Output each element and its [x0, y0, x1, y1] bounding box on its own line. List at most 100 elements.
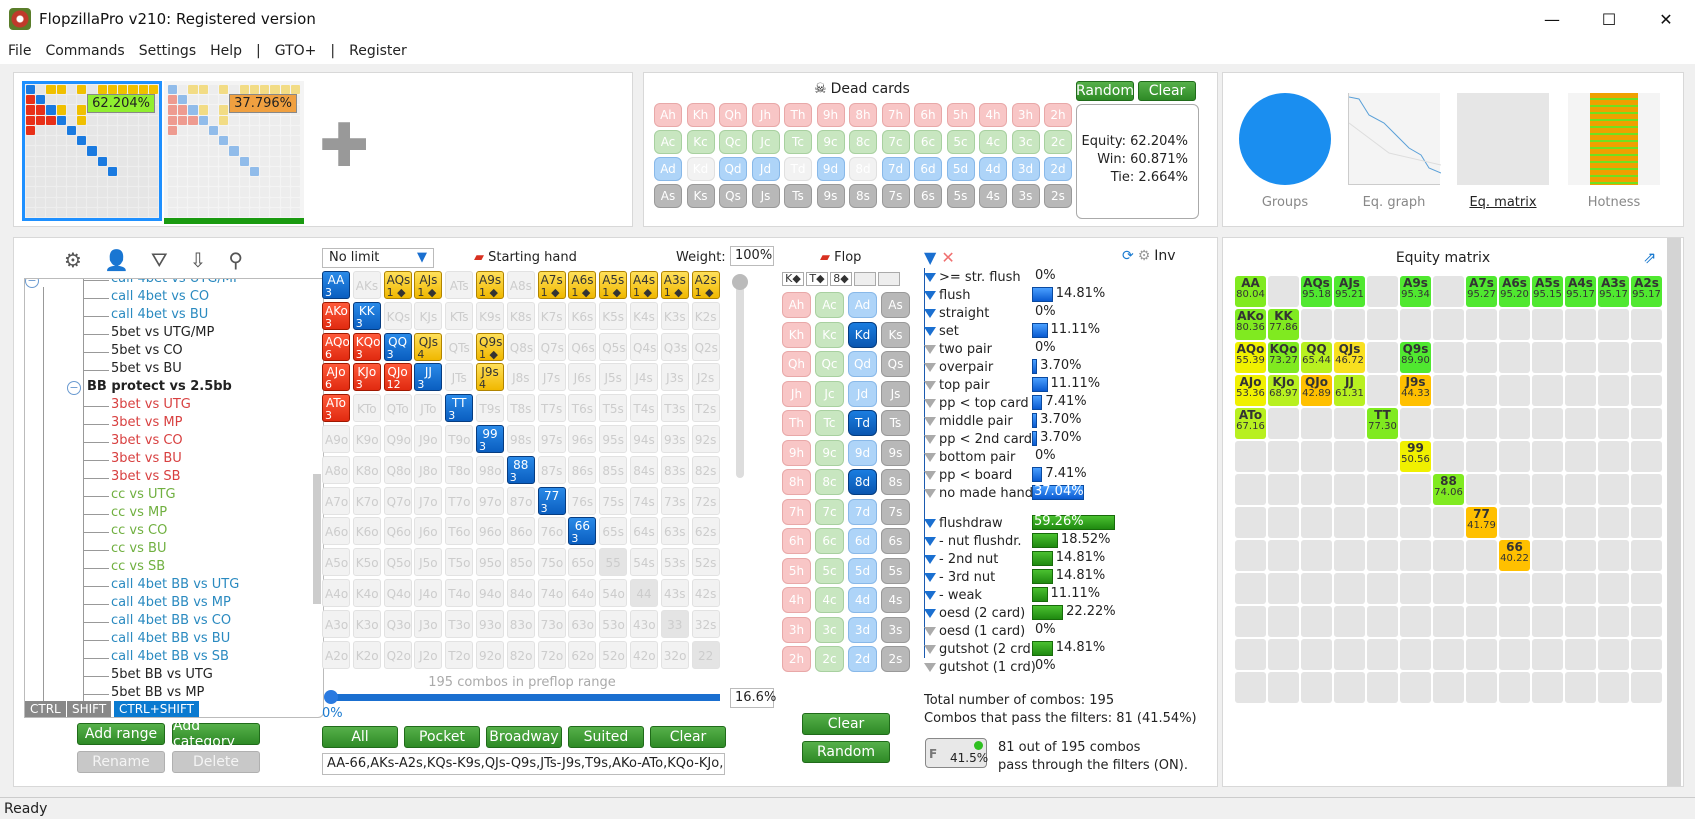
dead-card-5c[interactable]: 5c [946, 130, 975, 154]
tree-item[interactable]: cc vs CO [111, 523, 167, 538]
dead-card-6s[interactable]: 6s [914, 184, 942, 208]
hand-cell-33[interactable]: 33 [660, 609, 689, 638]
gear-icon[interactable]: ⚙ [64, 248, 82, 272]
equity-cell-77[interactable]: 77 41.79 [1466, 507, 1497, 538]
equity-cell-A9s[interactable]: A9s 95.34 [1400, 276, 1431, 307]
hand-cell-K4o[interactable]: K4o [352, 579, 381, 607]
filter-row[interactable]: straight [924, 304, 989, 322]
equity-cell-84s[interactable] [1565, 474, 1596, 505]
equity-cell-73o[interactable] [1466, 639, 1497, 670]
hand-cell-92s[interactable]: 92s [691, 425, 720, 453]
tree-item[interactable]: 3bet vs CO [111, 433, 183, 448]
dead-card-As[interactable]: As [654, 184, 682, 208]
hand-cell-63s[interactable]: 63s [660, 517, 689, 546]
hand-cell-52s[interactable]: 52s [691, 548, 720, 577]
filter-funnel-icon[interactable] [924, 608, 936, 618]
tree-item[interactable]: call 4bet vs CO [111, 289, 209, 304]
hand-cell-64s[interactable]: 64s [630, 517, 658, 546]
hand-cell-T2s[interactable]: T2s [691, 394, 720, 423]
equity-cell-84o[interactable] [1433, 606, 1464, 637]
filter-funnel-icon[interactable] [924, 572, 936, 582]
hand-cell-KJs[interactable]: KJs [414, 301, 443, 330]
hand-cell-K8o[interactable]: K8o [352, 455, 381, 484]
board-slot[interactable] [854, 272, 876, 286]
hand-cell-52o[interactable]: 52o [599, 640, 628, 669]
hand-cell-73o[interactable]: 73o [537, 609, 566, 638]
equity-cell-43o[interactable] [1565, 639, 1596, 670]
flop-card-Kc[interactable]: Kc [815, 321, 844, 348]
hand-cell-T7s[interactable]: T7s [537, 394, 566, 423]
flop-card-5s[interactable]: 5s [881, 557, 910, 584]
equity-cell-95s[interactable] [1532, 441, 1563, 472]
equity-cell-T8s[interactable] [1433, 408, 1464, 439]
equity-cell-Q3o[interactable] [1301, 639, 1332, 670]
equity-cell-A2o[interactable] [1235, 672, 1266, 703]
flop-card-9h[interactable]: 9h [782, 439, 811, 466]
tree-item[interactable]: 5bet BB vs UTG [111, 667, 213, 682]
hand-cell-K9s[interactable]: K9s [476, 301, 504, 330]
flop-card-4d[interactable]: 4d [848, 587, 877, 613]
equity-cell-J2o[interactable] [1334, 672, 1365, 703]
equity-cell-T3o[interactable] [1367, 639, 1398, 670]
equity-cell-73s[interactable] [1598, 507, 1629, 538]
hand-cell-Q4s[interactable]: Q4s [630, 332, 658, 361]
hand-cell-88[interactable]: 88 3 [506, 455, 535, 484]
flop-clear-button[interactable]: Clear [802, 713, 890, 735]
flop-card-7c[interactable]: 7c [815, 498, 844, 525]
hand-cell-87o[interactable]: 87o [506, 486, 535, 515]
filter-funnel-icon[interactable] [924, 644, 936, 654]
tree-item[interactable]: call 4bet BB vs CO [111, 613, 231, 628]
hand-cell-Q3o[interactable]: Q3o [383, 609, 412, 638]
hand-cell-KJo[interactable]: KJo 3 [352, 363, 381, 392]
flop-card-5d[interactable]: 5d [848, 557, 877, 584]
filter-funnel-icon[interactable] [924, 452, 936, 462]
tree-item[interactable]: 3bet vs MP [111, 415, 182, 430]
limit-select[interactable]: No limit ▼ [322, 248, 434, 268]
equity-cell-92s[interactable] [1631, 441, 1662, 472]
hand-cell-76o[interactable]: 76o [537, 517, 566, 546]
equity-cell-T5s[interactable] [1532, 408, 1563, 439]
import-icon[interactable]: ⇩ [190, 248, 207, 272]
equity-cell-K9o[interactable] [1268, 441, 1299, 472]
hand-cell-95o[interactable]: 95o [476, 548, 504, 577]
tree-item[interactable]: 5bet vs CO [111, 343, 183, 358]
equity-cell-KJs[interactable] [1334, 309, 1365, 340]
filter-row[interactable]: top pair [924, 376, 990, 394]
dead-card-4h[interactable]: 4h [979, 103, 1007, 127]
hand-cell-K6s[interactable]: K6s [568, 301, 597, 330]
hand-cell-T3o[interactable]: T3o [445, 609, 474, 638]
equity-cell-J4s[interactable] [1565, 375, 1596, 406]
equity-cell-KK[interactable]: KK 77.86 [1268, 309, 1299, 340]
hand-cell-KQo[interactable]: KQo 3 [352, 332, 381, 361]
equity-cell-93o[interactable] [1400, 639, 1431, 670]
weight-input[interactable]: 100% [730, 246, 774, 266]
hand-cell-T4s[interactable]: T4s [630, 394, 658, 423]
menu-settings[interactable]: Settings [139, 43, 196, 59]
equity-cell-J7s[interactable] [1466, 375, 1497, 406]
equity-cell-Q5o[interactable] [1301, 573, 1332, 604]
flop-card-Ac[interactable]: Ac [815, 292, 844, 318]
equity-cell-K4o[interactable] [1268, 606, 1299, 637]
equity-cell-75o[interactable] [1466, 573, 1497, 604]
equity-cell-A5s[interactable]: A5s 95.15 [1532, 276, 1563, 307]
equity-cell-QJs[interactable]: QJs 46.72 [1334, 342, 1365, 373]
hand-cell-K3o[interactable]: K3o [352, 609, 381, 638]
dead-card-Jh[interactable]: Jh [751, 103, 780, 127]
dead-card-6c[interactable]: 6c [914, 130, 942, 154]
dead-card-4d[interactable]: 4d [979, 157, 1007, 181]
range-slider[interactable] [324, 690, 720, 704]
hand-cell-Q6s[interactable]: Q6s [568, 332, 597, 361]
hand-cell-JTs[interactable]: JTs [445, 363, 474, 392]
equity-cell-A2s[interactable]: A2s 95.17 [1631, 276, 1662, 307]
filter-row[interactable]: oesd (2 card) [924, 604, 1025, 622]
rename-button[interactable]: Rename [77, 751, 165, 773]
flop-card-6c[interactable]: 6c [815, 528, 844, 554]
equity-cell-T6o[interactable] [1367, 540, 1398, 571]
board-slot[interactable]: T◆ [806, 272, 828, 286]
view-eq-matrix[interactable]: Eq. matrix [1458, 195, 1548, 210]
hand-cell-T9o[interactable]: T9o [445, 425, 474, 453]
hand-cell-42s[interactable]: 42s [691, 579, 720, 607]
hand-cell-22[interactable]: 22 [691, 640, 720, 669]
filter-funnel-icon[interactable] [924, 626, 936, 636]
filter-row[interactable]: no made hand [924, 484, 1033, 502]
